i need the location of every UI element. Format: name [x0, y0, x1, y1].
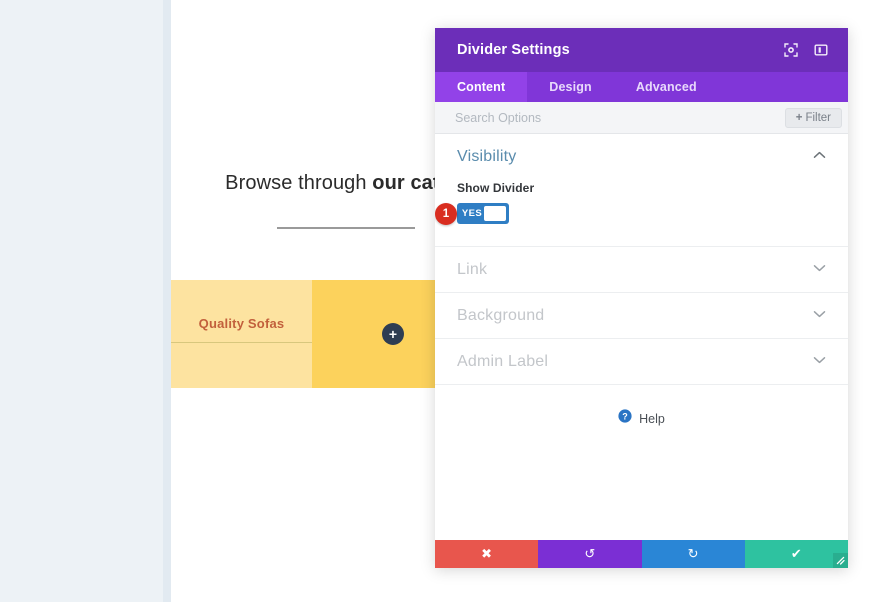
section-link-header[interactable]: Link: [435, 247, 848, 292]
show-divider-toggle-wrapper: 1 YES: [457, 203, 509, 224]
search-options-bar: +Filter: [435, 102, 848, 134]
section-background-header[interactable]: Background: [435, 293, 848, 338]
chevron-up-icon[interactable]: [813, 151, 826, 162]
modal-footer: ✖ ↺ ↻ ✔: [435, 540, 848, 568]
section-visibility-content: Show Divider 1 YES: [435, 179, 848, 246]
modal-title: Divider Settings: [457, 42, 774, 58]
section-admin-label: Admin Label: [435, 339, 848, 385]
modal-tab-bar: Content Design Advanced: [435, 72, 848, 102]
add-module-button[interactable]: +: [382, 323, 404, 345]
tab-advanced[interactable]: Advanced: [614, 72, 719, 102]
svg-text:?: ?: [622, 411, 628, 421]
cancel-button[interactable]: ✖: [435, 540, 538, 568]
filter-button-label: Filter: [805, 112, 831, 124]
show-divider-toggle-value: YES: [460, 208, 484, 219]
modal-header[interactable]: Divider Settings: [435, 28, 848, 72]
plus-icon: +: [796, 112, 803, 124]
page-left-margin: [0, 0, 163, 602]
section-background: Background: [435, 293, 848, 339]
redo-button[interactable]: ↻: [642, 540, 745, 568]
divider-module-preview[interactable]: [171, 342, 312, 343]
product-card-quality-sofas[interactable]: Quality Sofas: [171, 280, 312, 388]
panel-layout-icon[interactable]: [808, 37, 834, 63]
section-admin-label-header[interactable]: Admin Label: [435, 339, 848, 384]
modal-body: Visibility Show Divider 1 YES Link: [435, 134, 848, 540]
focus-target-icon[interactable]: [778, 37, 804, 63]
divider-settings-modal: Divider Settings Content Design Advanced…: [435, 28, 848, 568]
help-label: Help: [639, 412, 665, 426]
resize-handle[interactable]: [833, 553, 848, 568]
tab-content[interactable]: Content: [435, 72, 527, 102]
section-background-title: Background: [457, 307, 813, 325]
section-visibility-header[interactable]: Visibility: [435, 134, 848, 179]
chevron-down-icon[interactable]: [813, 310, 826, 321]
product-card-label: Quality Sofas: [171, 316, 312, 331]
section-admin-label-title: Admin Label: [457, 353, 813, 371]
help-row[interactable]: ? Help: [435, 385, 848, 428]
page-gutter: [163, 0, 171, 602]
chevron-down-icon[interactable]: [813, 356, 826, 367]
filter-button[interactable]: +Filter: [785, 108, 842, 128]
step-badge-1: 1: [435, 203, 457, 225]
show-divider-label: Show Divider: [457, 181, 826, 195]
page-heading-underline: [277, 227, 415, 229]
section-link: Link: [435, 247, 848, 293]
undo-button[interactable]: ↺: [538, 540, 641, 568]
show-divider-toggle[interactable]: YES: [457, 203, 509, 224]
search-input[interactable]: [455, 111, 785, 125]
toggle-knob[interactable]: [484, 206, 506, 221]
help-icon: ?: [618, 409, 632, 428]
chevron-down-icon[interactable]: [813, 264, 826, 275]
section-visibility-title: Visibility: [457, 148, 813, 166]
section-visibility: Visibility Show Divider 1 YES: [435, 134, 848, 247]
section-link-title: Link: [457, 261, 813, 279]
tab-design[interactable]: Design: [527, 72, 614, 102]
page-heading-prefix: Browse through: [225, 172, 372, 194]
